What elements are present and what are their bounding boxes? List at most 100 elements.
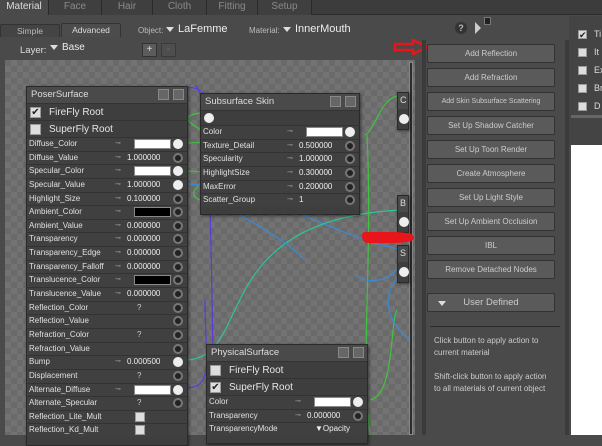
node-menu-icon[interactable] [338,347,349,358]
action-button-set-up-light-style[interactable]: Set Up Light Style [427,188,555,207]
node-collapse-icon[interactable] [353,347,364,358]
param-row[interactable]: Transparency_Edge ⊸ 0.000000 [27,246,187,260]
link-key-icon[interactable]: ⊸ [115,233,121,245]
node-offscreen[interactable]: C [397,92,409,130]
input-socket-icon[interactable] [173,193,183,204]
root-row[interactable]: ✔ SuperFly Root [207,378,367,395]
action-button-ibl[interactable]: IBL [427,236,555,255]
param-row[interactable]: Alternate_Specular? [27,396,187,410]
checkbox[interactable] [578,102,587,111]
tab-setup[interactable]: Setup [258,0,312,15]
connected-socket-icon[interactable] [173,166,183,177]
output-socket-icon[interactable] [399,217,409,227]
param-row[interactable]: Transparency ⊸ 0.000000 [207,408,367,423]
param-row[interactable]: Reflection_Lite_Mult [27,409,187,424]
help-icon[interactable]: ? [455,22,467,34]
action-button-remove-detached-nodes[interactable]: Remove Detached Nodes [427,260,555,279]
param-value[interactable]: 0.000000 [127,247,160,259]
link-key-icon[interactable]: ⊸ [115,356,121,368]
color-swatch[interactable] [314,397,351,407]
connected-socket-icon[interactable] [173,384,183,395]
layer-select[interactable]: Base [50,42,85,53]
link-key-icon[interactable]: ⊸ [295,410,301,422]
param-row[interactable]: Transparency_Falloff ⊸ 0.000000 [27,259,187,274]
param-value[interactable]: 1.000000 [127,179,160,191]
color-swatch[interactable] [134,384,171,395]
checkbox[interactable] [578,84,587,93]
param-row[interactable]: Diffuse_Value ⊸ 1.000000 [27,150,187,165]
link-key-icon[interactable]: ⊸ [115,165,121,177]
input-socket-icon[interactable] [173,343,183,354]
param-row[interactable]: Reflection_Kd_Mult [27,423,187,438]
action-button-add-reflection[interactable]: Add Reflection [427,44,555,63]
param-row[interactable]: Ambient_Color ⊸ [27,205,187,219]
param-row[interactable]: Scatter_Group ⊸ 1 [201,193,359,207]
param-value[interactable]: 1.000000 [127,152,160,164]
action-button-set-up-shadow-catcher[interactable]: Set Up Shadow Catcher [427,116,555,135]
link-key-icon[interactable]: ⊸ [115,193,121,205]
root-row[interactable]: ✔ FireFly Root [27,103,187,120]
panel-divider[interactable] [422,40,426,435]
link-key-icon[interactable]: ⊸ [287,126,293,138]
input-socket-icon[interactable] [173,261,183,272]
color-swatch[interactable] [134,275,171,286]
input-socket-icon[interactable] [173,220,183,231]
link-key-icon[interactable]: ⊸ [115,179,121,191]
checkbox[interactable] [210,365,221,376]
param-row[interactable]: Color ⊸ [201,125,359,139]
panel-menu-icon[interactable] [484,17,491,25]
link-key-icon[interactable]: ⊸ [287,181,293,193]
param-row[interactable]: Specular_Value ⊸ 1.000000 [27,177,187,192]
color-swatch[interactable] [134,139,171,149]
canvas-scrollbar[interactable] [409,62,413,435]
param-value[interactable]: 1.000000 [299,153,332,165]
node-menu-icon[interactable] [330,96,341,107]
node-offscreen[interactable]: B [397,195,409,233]
param-row[interactable]: Ambient_Value ⊸ 0.000000 [27,218,187,233]
expand-arrow-icon[interactable] [475,22,481,34]
tab-hair[interactable]: Hair [102,0,153,15]
action-button-set-up-toon-render[interactable]: Set Up Toon Render [427,140,555,159]
input-socket-icon[interactable] [345,195,355,206]
param-value[interactable]: 0.000500 [127,356,160,368]
param-row[interactable]: Refraction_Color? [27,327,187,342]
input-socket-icon[interactable] [173,302,183,313]
param-row[interactable]: Transparency ⊸ 0.000000 [27,232,187,247]
tab-cloth[interactable]: Cloth [153,0,207,15]
subtab-simple[interactable]: Simple [0,24,60,37]
right-panel-scrollbar[interactable] [571,115,602,118]
param-row[interactable]: Alternate_Diffuse ⊸ [27,382,187,397]
node-subsurface-skin[interactable]: Subsurface Skin Color ⊸ Texture_Detail ⊸ 0.50… [200,93,360,215]
param-row[interactable]: Refraction_Value [27,341,187,356]
link-key-icon[interactable]: ⊸ [115,274,121,286]
param-dropdown[interactable]: ▼Opacity [315,423,350,435]
input-socket-icon[interactable] [345,154,355,165]
connected-socket-icon[interactable] [173,179,183,190]
param-value[interactable]: 0.300000 [299,167,332,179]
param-row[interactable]: Translucence_Value ⊸ 0.000000 [27,287,187,301]
input-socket-icon[interactable] [173,207,183,218]
input-socket-icon[interactable] [173,289,183,300]
param-row[interactable]: Color ⊸ [207,395,367,409]
connected-socket-icon[interactable] [353,397,363,407]
link-key-icon[interactable]: ⊸ [287,167,293,179]
connected-socket-icon[interactable] [173,357,183,368]
node-physical-surface[interactable]: PhysicalSurface FireFly Root ✔ SuperFly Roo… [206,344,368,444]
root-row[interactable]: SuperFly Root [27,120,187,137]
param-row[interactable]: TransparencyMode ▼Opacity [207,422,367,436]
tab-fitting[interactable]: Fitting [207,0,258,15]
param-row[interactable]: Specular_Color ⊸ [27,164,187,178]
param-row[interactable]: Diffuse_Color ⊸ [27,137,187,151]
param-row[interactable]: HighlightSize ⊸ 0.300000 [201,165,359,180]
root-row[interactable]: FireFly Root [207,361,367,378]
param-value[interactable]: 0.000000 [127,233,160,245]
checkbox[interactable]: ✔ [30,107,41,118]
checkbox[interactable] [578,66,587,75]
link-key-icon[interactable]: ⊸ [115,384,121,396]
link-key-icon[interactable]: ⊸ [115,288,121,300]
output-socket-icon[interactable] [399,114,409,124]
node-offscreen[interactable]: S [397,245,409,283]
link-key-icon[interactable]: ⊸ [115,206,121,218]
color-swatch[interactable] [134,207,171,218]
link-key-icon[interactable]: ⊸ [287,194,293,206]
